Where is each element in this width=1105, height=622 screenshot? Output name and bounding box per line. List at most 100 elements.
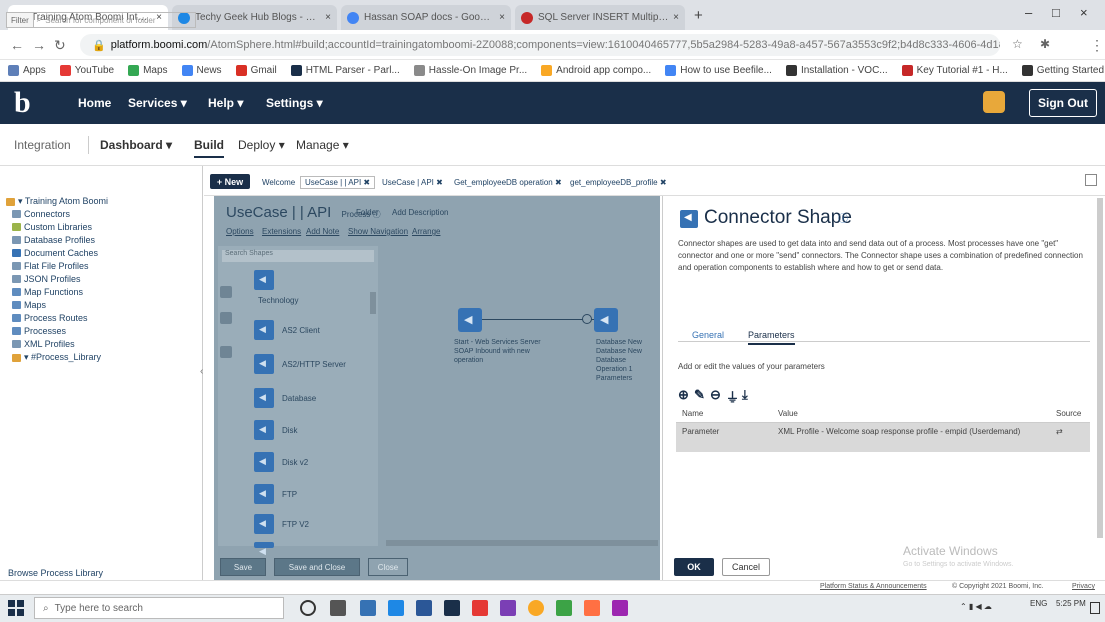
nav-services[interactable]: Services ▾ <box>128 96 187 110</box>
ok-button[interactable]: OK <box>674 558 714 576</box>
close-window-icon[interactable]: × <box>1080 5 1088 20</box>
platform-status-link[interactable]: Platform Status & Announcements <box>820 583 927 590</box>
add-icon[interactable]: ⊕ <box>678 387 689 403</box>
new-button[interactable]: + New <box>210 174 250 189</box>
bookmark-tutorial[interactable]: Key Tutorial #1 - H... <box>901 65 1008 76</box>
folder-link[interactable]: Folder <box>356 208 379 217</box>
maximize-icon[interactable]: □ <box>1052 5 1060 20</box>
column-header[interactable]: Value <box>772 406 1050 423</box>
url-input[interactable]: 🔒 platform.boomi.com/AtomSphere.html#bui… <box>80 34 1000 56</box>
tab-usecase-2[interactable]: UseCase | API ✖ <box>382 178 443 187</box>
nav-help[interactable]: Help ▾ <box>208 96 243 110</box>
tree-item-json-profiles[interactable]: JSON Profiles <box>12 274 81 284</box>
tree-item-database-profiles[interactable]: Database Profiles <box>12 235 95 245</box>
nav-settings[interactable]: Settings ▾ <box>266 96 323 110</box>
bookmark-youtube[interactable]: YouTube <box>59 65 114 76</box>
mail-icon[interactable] <box>388 600 404 616</box>
cancel-button[interactable]: Cancel <box>722 558 770 576</box>
taskbar-app-icon[interactable] <box>444 600 460 616</box>
taskbar-app-icon[interactable] <box>472 600 488 616</box>
browse-process-library-link[interactable]: Browse Process Library <box>8 568 103 578</box>
canvas-scrollbar[interactable] <box>386 540 658 546</box>
shape-search-input[interactable]: Search Shapes <box>222 250 374 262</box>
shape-icon[interactable] <box>254 542 274 557</box>
info-icon[interactable]: ⓘ <box>838 210 848 225</box>
cortana-icon[interactable] <box>300 600 316 616</box>
tab-parameters[interactable]: Parameters <box>748 330 795 345</box>
taskbar-search-input[interactable]: ⌕ Type here to search <box>34 597 284 619</box>
chrome-icon[interactable] <box>528 600 544 616</box>
privacy-link[interactable]: Privacy <box>1072 583 1095 590</box>
bookmark-installation[interactable]: Installation - VOC... <box>785 65 888 76</box>
source-icon[interactable]: ⇄ <box>1050 422 1090 452</box>
taskbar-app-icon[interactable] <box>584 600 600 616</box>
forward-icon[interactable]: → <box>32 37 46 53</box>
add-description-link[interactable]: Add Description <box>392 208 448 217</box>
sign-out-button[interactable]: Sign Out <box>1029 89 1097 117</box>
taskbar-app-icon[interactable] <box>556 600 572 616</box>
show-navigation-link[interactable]: Show Navigation <box>348 227 408 236</box>
tab-general[interactable]: General <box>692 330 724 340</box>
reload-icon[interactable]: ↻ <box>54 37 66 54</box>
edit-icon[interactable]: ✎ <box>694 387 705 403</box>
windows-start-icon[interactable] <box>8 600 24 616</box>
tree-item-custom-libraries[interactable]: Custom Libraries <box>12 222 92 232</box>
close-icon[interactable]: × <box>499 12 505 23</box>
minimize-icon[interactable]: – <box>1025 5 1032 20</box>
taskbar-app-icon[interactable] <box>360 600 376 616</box>
subnav-integration[interactable]: Integration <box>14 138 71 152</box>
clock[interactable]: 5:25 PM <box>1056 599 1086 608</box>
bookmark-maps[interactable]: Maps <box>128 65 168 76</box>
tab-welcome[interactable]: Welcome <box>262 178 295 187</box>
browser-tab[interactable]: SQL Server INSERT Multiple Ro...× <box>515 5 685 30</box>
back-icon[interactable]: ← <box>10 37 24 53</box>
column-header[interactable]: Source <box>1050 406 1090 423</box>
connection-point[interactable] <box>582 314 592 324</box>
arrange-link[interactable]: Arrange <box>412 227 440 236</box>
tree-item-connectors[interactable]: Connectors <box>12 209 70 219</box>
taskbar-app-icon[interactable] <box>500 600 516 616</box>
tree-item-xml-profiles[interactable]: XML Profiles <box>12 339 75 349</box>
shape-icon[interactable] <box>254 452 274 472</box>
system-tray-icons[interactable]: ⌃ ▮ ◀ ☁ <box>960 602 992 611</box>
expand-icon[interactable] <box>1085 174 1097 186</box>
start-shape[interactable] <box>458 308 482 332</box>
subnav-build[interactable]: Build <box>194 138 224 158</box>
bookmark-apps[interactable]: Apps <box>8 65 46 76</box>
word-icon[interactable] <box>416 600 432 616</box>
tool-icon[interactable] <box>220 346 232 358</box>
save-and-close-button[interactable]: Save and Close <box>274 558 360 576</box>
bookmark-getting-started[interactable]: Getting Started -... <box>1021 65 1105 76</box>
tree-item-processes[interactable]: Processes <box>12 326 66 336</box>
database-connector-shape[interactable] <box>594 308 618 332</box>
subnav-deploy[interactable]: Deploy ▾ <box>238 138 285 152</box>
menu-icon[interactable]: ⋮ <box>1090 37 1104 54</box>
shape-icon[interactable] <box>254 484 274 504</box>
subnav-manage[interactable]: Manage ▾ <box>296 138 349 152</box>
filter-field[interactable]: Filter ⌕ Search for component or folder <box>6 12 196 28</box>
tree-item-document-caches[interactable]: Document Caches <box>12 248 98 258</box>
close-button[interactable]: Close <box>368 558 408 576</box>
table-row[interactable]: Parameter XML Profile - Welcome soap res… <box>676 422 1090 452</box>
taskbar-app-icon[interactable] <box>612 600 628 616</box>
bookmark-android[interactable]: Android app compo... <box>541 65 651 76</box>
extensions-link[interactable]: Extensions <box>262 227 301 236</box>
shape-icon[interactable] <box>254 420 274 440</box>
tab-usecase-1[interactable]: UseCase | | API ✖ <box>300 176 376 189</box>
boomi-logo[interactable]: b <box>14 86 31 120</box>
palette-scrollbar[interactable] <box>370 292 376 314</box>
shape-icon[interactable] <box>254 388 274 408</box>
shapes-tool-icon[interactable] <box>220 286 232 298</box>
nav-home[interactable]: Home <box>78 96 111 110</box>
shape-icon[interactable] <box>254 514 274 534</box>
tree-item-maps[interactable]: Maps <box>12 300 46 310</box>
tree-item-map-functions[interactable]: Map Functions <box>12 287 83 297</box>
column-header[interactable]: Name <box>676 406 772 423</box>
task-view-icon[interactable] <box>330 600 346 616</box>
bookmark-html-parser[interactable]: HTML Parser - Parl... <box>290 65 400 76</box>
tree-item-process-library[interactable]: ▾ #Process_Library <box>12 352 101 363</box>
star-icon[interactable]: ☆ <box>1012 37 1023 51</box>
bookmark-news[interactable]: News <box>181 65 222 76</box>
tree-item-process-routes[interactable]: Process Routes <box>12 313 88 323</box>
browser-tab[interactable]: Techy Geek Hub Blogs - Google...× <box>172 5 337 30</box>
